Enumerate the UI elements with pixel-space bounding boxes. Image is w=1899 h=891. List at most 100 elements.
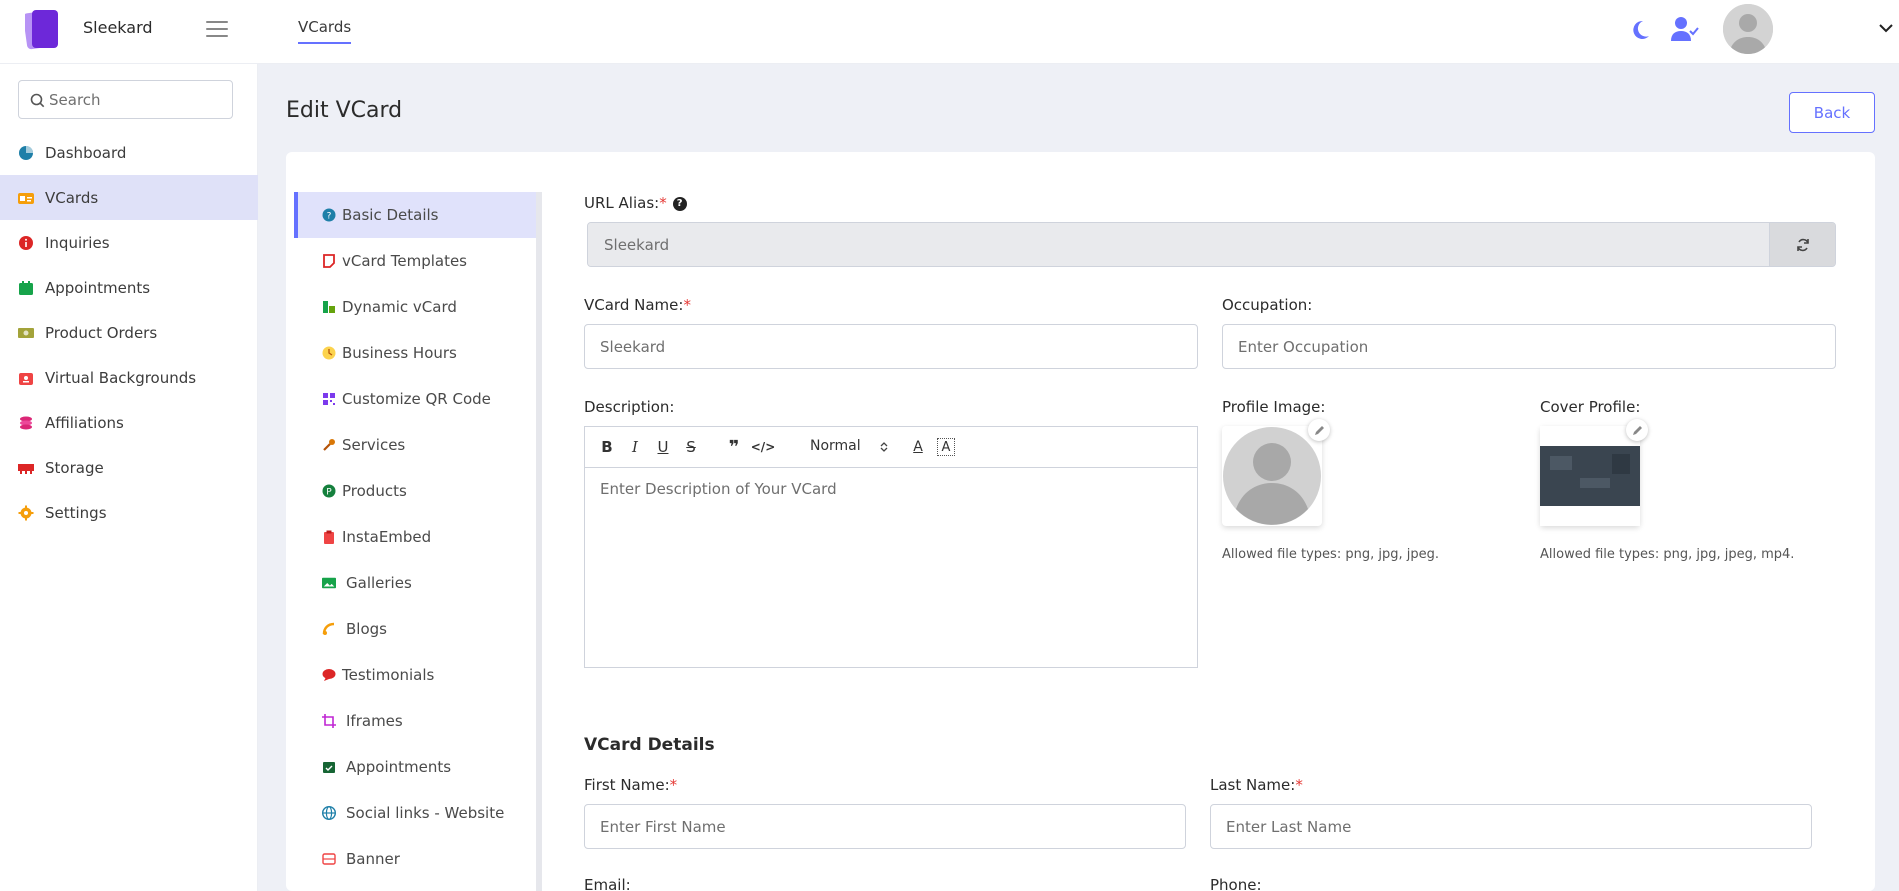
tab-vcard-templates[interactable]: vCard Templates xyxy=(294,238,536,284)
comment-icon xyxy=(322,669,336,681)
storage-icon xyxy=(18,463,34,474)
first-name-input[interactable] xyxy=(584,804,1186,849)
sidebar-item-label: Product Orders xyxy=(45,323,158,342)
tab-banner[interactable]: Banner xyxy=(294,836,536,882)
occupation-input[interactable] xyxy=(1222,324,1836,369)
sidebar-item-affiliations[interactable]: Affiliations xyxy=(0,400,258,445)
sidebar-item-label: Settings xyxy=(45,503,107,522)
tab-appointments[interactable]: Appointments xyxy=(294,744,536,790)
heading-format-select[interactable]: Normal xyxy=(800,437,890,459)
edit-profile-image-button[interactable] xyxy=(1308,419,1330,441)
gear-icon xyxy=(18,505,34,520)
sidebar-item-virtual-backgrounds[interactable]: Virtual Backgrounds xyxy=(0,355,258,400)
svg-text:?: ? xyxy=(327,212,332,222)
image-icon xyxy=(322,577,336,589)
sidebar-search[interactable] xyxy=(18,80,233,119)
tab-basic-details[interactable]: ? Basic Details xyxy=(294,192,536,238)
dark-mode-icon[interactable] xyxy=(1628,18,1652,42)
tab-label: Basic Details xyxy=(342,206,439,224)
url-alias-label: URL Alias:*? xyxy=(584,194,687,212)
url-alias-input[interactable] xyxy=(588,223,1770,266)
chevron-down-icon[interactable] xyxy=(1878,22,1894,34)
tab-label: Customize QR Code xyxy=(342,390,491,408)
top-navbar: Sleekard VCards xyxy=(0,0,1899,64)
tab-label: Banner xyxy=(346,850,400,868)
search-icon xyxy=(30,93,45,108)
tab-label: Social links - Website xyxy=(346,804,505,822)
blog-icon xyxy=(322,622,335,635)
first-name-label: First Name:* xyxy=(584,776,678,794)
wrench-icon xyxy=(323,439,335,451)
tab-blogs[interactable]: Blogs xyxy=(294,606,536,652)
tab-products[interactable]: P Products xyxy=(294,468,536,514)
text-color-icon[interactable]: A xyxy=(909,438,927,456)
pencil-icon xyxy=(1632,425,1642,435)
occupation-label: Occupation: xyxy=(1222,296,1313,314)
phone-label: Phone: xyxy=(1210,876,1262,891)
tab-galleries[interactable]: Galleries xyxy=(294,560,536,606)
sidebar-item-inquiries[interactable]: Inquiries xyxy=(0,220,258,265)
background-color-icon[interactable]: A xyxy=(937,438,955,456)
banner-icon xyxy=(322,853,336,865)
sidebar-item-label: Inquiries xyxy=(45,233,110,252)
tab-iframes[interactable]: Iframes xyxy=(294,698,536,744)
cover-profile-label: Cover Profile: xyxy=(1540,398,1641,416)
search-input[interactable] xyxy=(49,81,229,118)
tab-business-hours[interactable]: Business Hours xyxy=(294,330,536,376)
tab-label: Galleries xyxy=(346,574,412,592)
italic-icon[interactable]: I xyxy=(626,438,644,456)
user-check-icon[interactable] xyxy=(1671,16,1699,42)
tab-customize-qr-code[interactable]: Customize QR Code xyxy=(294,376,536,422)
cover-image-preview[interactable] xyxy=(1540,426,1640,526)
crop-icon xyxy=(322,714,336,728)
sidebar-item-dashboard[interactable]: Dashboard xyxy=(0,130,258,175)
note-icon xyxy=(323,254,335,268)
menu-toggle-icon[interactable] xyxy=(206,19,228,39)
sidebar-item-label: VCards xyxy=(45,188,99,207)
sidebar-item-settings[interactable]: Settings xyxy=(0,490,258,535)
sidebar-item-storage[interactable]: Storage xyxy=(0,445,258,490)
tab-label: Services xyxy=(342,436,406,454)
edit-cover-image-button[interactable] xyxy=(1626,419,1648,441)
help-icon[interactable]: ? xyxy=(672,196,687,211)
sidebar-item-label: Storage xyxy=(45,458,104,477)
sidebar-item-label: Affiliations xyxy=(45,413,124,432)
dynamic-icon xyxy=(323,301,335,313)
last-name-label: Last Name:* xyxy=(1210,776,1303,794)
back-button[interactable]: Back xyxy=(1789,92,1875,133)
description-placeholder[interactable]: Enter Description of Your VCard xyxy=(600,480,837,498)
profile-image-preview[interactable] xyxy=(1222,426,1322,526)
sidebar-item-product-orders[interactable]: Product Orders xyxy=(0,310,258,355)
user-avatar[interactable] xyxy=(1723,4,1773,54)
tab-dynamic-vcard[interactable]: Dynamic vCard xyxy=(294,284,536,330)
tab-social-links-website[interactable]: Social links - Website xyxy=(294,790,536,836)
info-circle-icon xyxy=(19,235,33,250)
sidebar-item-vcards[interactable]: VCards xyxy=(0,175,258,220)
description-label: Description: xyxy=(584,398,675,416)
clipboard-icon xyxy=(324,530,334,544)
sidebar-item-appointments[interactable]: Appointments xyxy=(0,265,258,310)
underline-icon[interactable]: U xyxy=(654,438,672,456)
refresh-alias-button[interactable] xyxy=(1769,223,1835,266)
bold-icon[interactable]: B xyxy=(598,438,616,456)
vcard-name-input[interactable] xyxy=(584,324,1198,369)
page-title: Edit VCard xyxy=(286,98,403,123)
tab-vcards[interactable]: VCards xyxy=(298,18,352,44)
strikethrough-icon[interactable]: S xyxy=(682,438,700,456)
refresh-icon xyxy=(1796,238,1809,251)
tab-instaembed[interactable]: InstaEmbed xyxy=(294,514,536,560)
select-arrows-icon xyxy=(880,442,888,452)
code-icon[interactable]: </> xyxy=(751,438,776,456)
last-name-input[interactable] xyxy=(1210,804,1812,849)
cover-image-hint: Allowed file types: png, jpg, jpeg, mp4. xyxy=(1540,547,1795,562)
quote-icon[interactable]: ❞ xyxy=(725,437,743,458)
tab-label: InstaEmbed xyxy=(342,528,432,546)
pie-chart-icon xyxy=(19,145,33,160)
question-circle-icon: ? xyxy=(322,208,336,222)
sidebar-item-label: Virtual Backgrounds xyxy=(45,368,197,387)
clock-icon xyxy=(322,346,336,360)
tab-testimonials[interactable]: Testimonials xyxy=(294,652,536,698)
profile-image-hint: Allowed file types: png, jpg, jpeg. xyxy=(1222,547,1439,562)
tab-services[interactable]: Services xyxy=(294,422,536,468)
description-editor: B I U S ❞ </> Normal A A Enter Descripti… xyxy=(584,426,1198,668)
